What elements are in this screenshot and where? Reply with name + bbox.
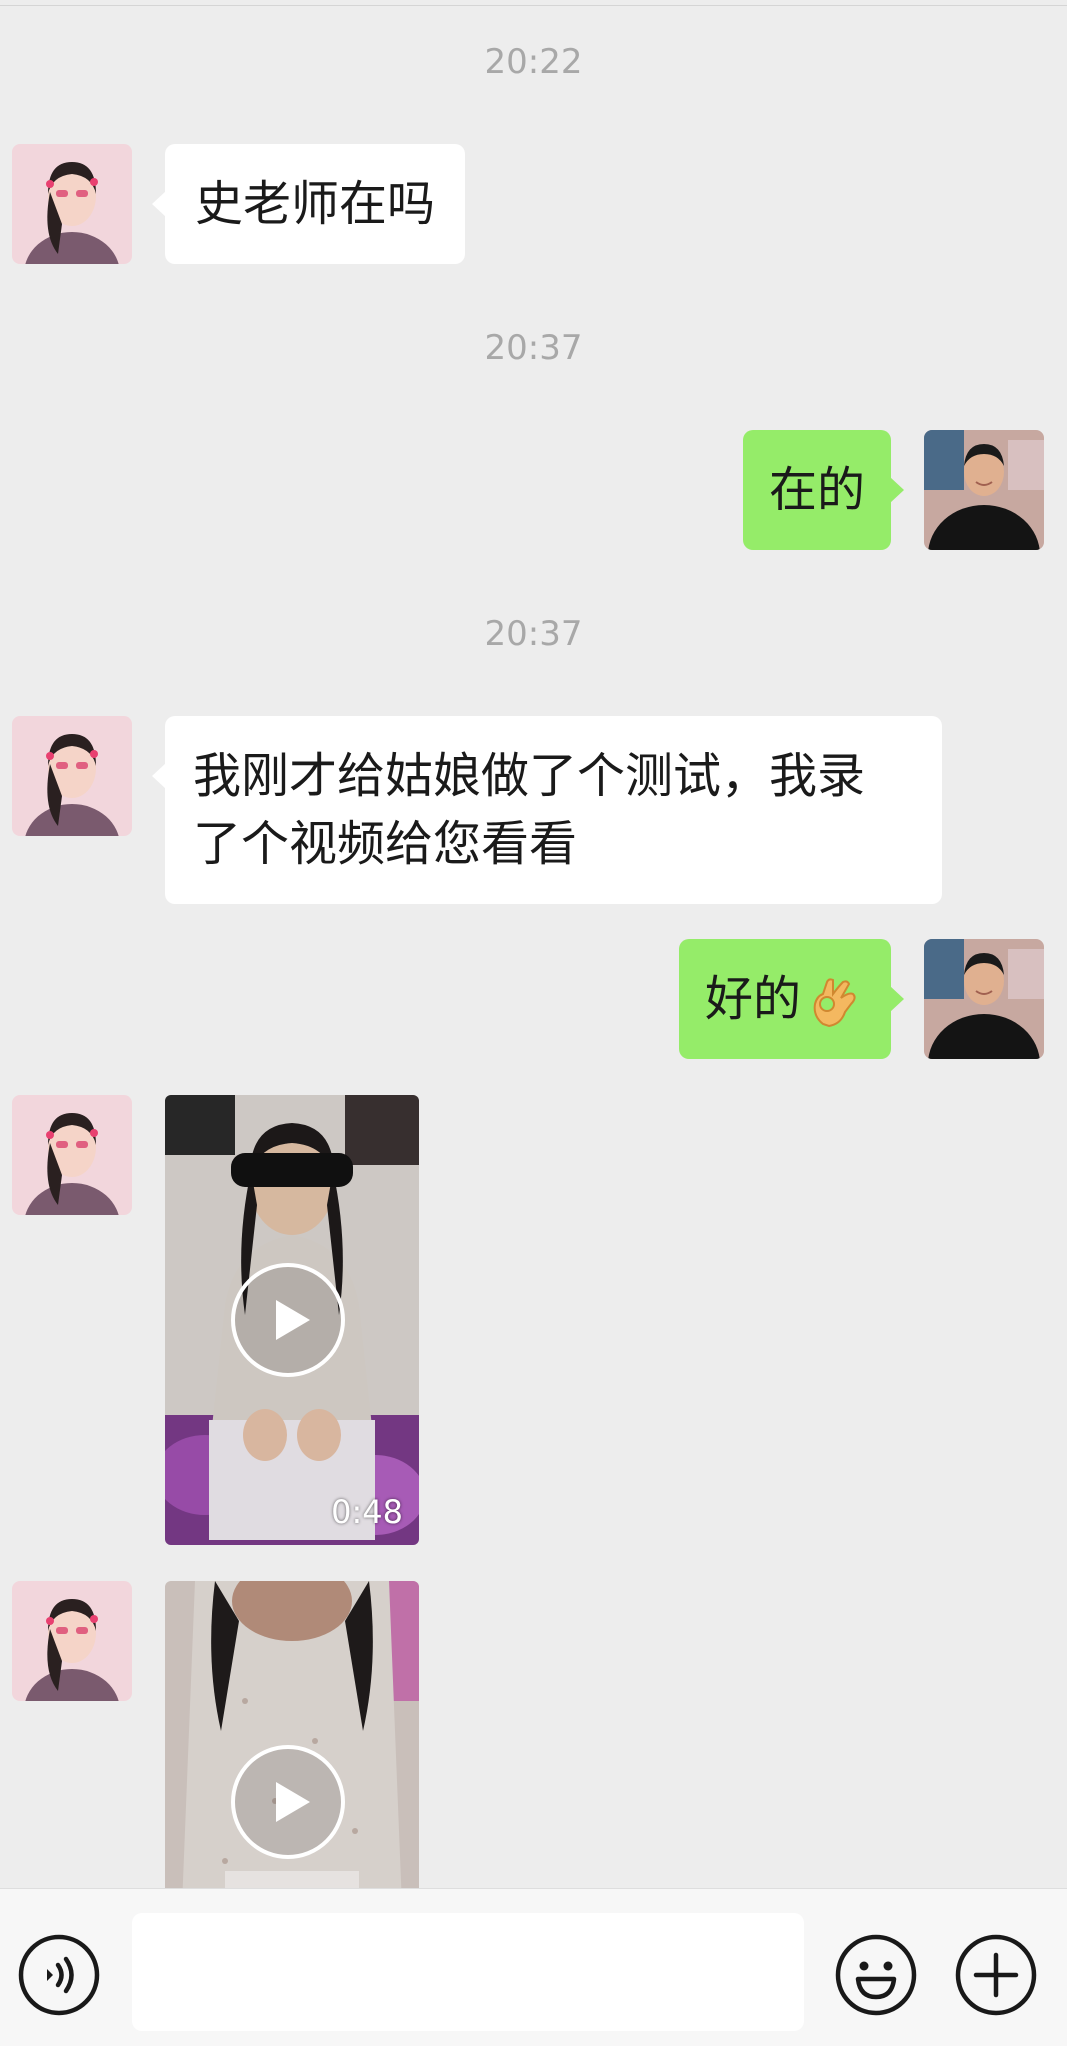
message-text: 史老师在吗 xyxy=(195,176,436,232)
message-input[interactable] xyxy=(132,1913,804,2031)
play-icon[interactable] xyxy=(230,1744,346,1860)
contact-avatar[interactable] xyxy=(12,716,132,836)
voice-icon[interactable] xyxy=(17,1933,101,2017)
timestamp: 20:37 xyxy=(484,614,583,654)
message-text-line: 我刚才给姑娘做了个测试，我录 xyxy=(193,748,866,804)
input-bar xyxy=(0,1888,1067,2046)
user-avatar[interactable] xyxy=(924,939,1044,1059)
contact-avatar[interactable] xyxy=(12,144,132,264)
video-message[interactable] xyxy=(165,1581,419,1888)
smiley-icon[interactable] xyxy=(834,1933,918,2017)
video-duration: 0:48 xyxy=(331,1493,403,1531)
video-message[interactable]: 0:48 xyxy=(165,1095,419,1545)
contact-avatar[interactable] xyxy=(12,1095,132,1215)
ok-hand-emoji-icon xyxy=(813,978,856,1028)
user-avatar[interactable] xyxy=(924,430,1044,550)
incoming-message-bubble[interactable]: 我刚才给姑娘做了个测试，我录 了个视频给您看看 xyxy=(152,716,942,904)
chat-area[interactable]: 20:22 史老师在吗 20:37 在的 20:37 我刚才给姑娘做了个测试，我… xyxy=(0,0,1067,1888)
outgoing-message-bubble[interactable]: 在的 xyxy=(742,430,905,550)
incoming-message-bubble[interactable]: 史老师在吗 xyxy=(151,144,466,264)
outgoing-message-bubble[interactable]: 好的 xyxy=(678,939,905,1059)
contact-avatar[interactable] xyxy=(12,1581,132,1701)
message-text: 好的 xyxy=(704,971,801,1027)
timestamp: 20:22 xyxy=(484,42,583,82)
plus-icon[interactable] xyxy=(954,1933,1038,2017)
play-icon[interactable] xyxy=(230,1262,346,1378)
message-text-line: 了个视频给您看看 xyxy=(193,816,578,872)
timestamp: 20:37 xyxy=(484,328,583,368)
message-text: 在的 xyxy=(768,462,865,518)
